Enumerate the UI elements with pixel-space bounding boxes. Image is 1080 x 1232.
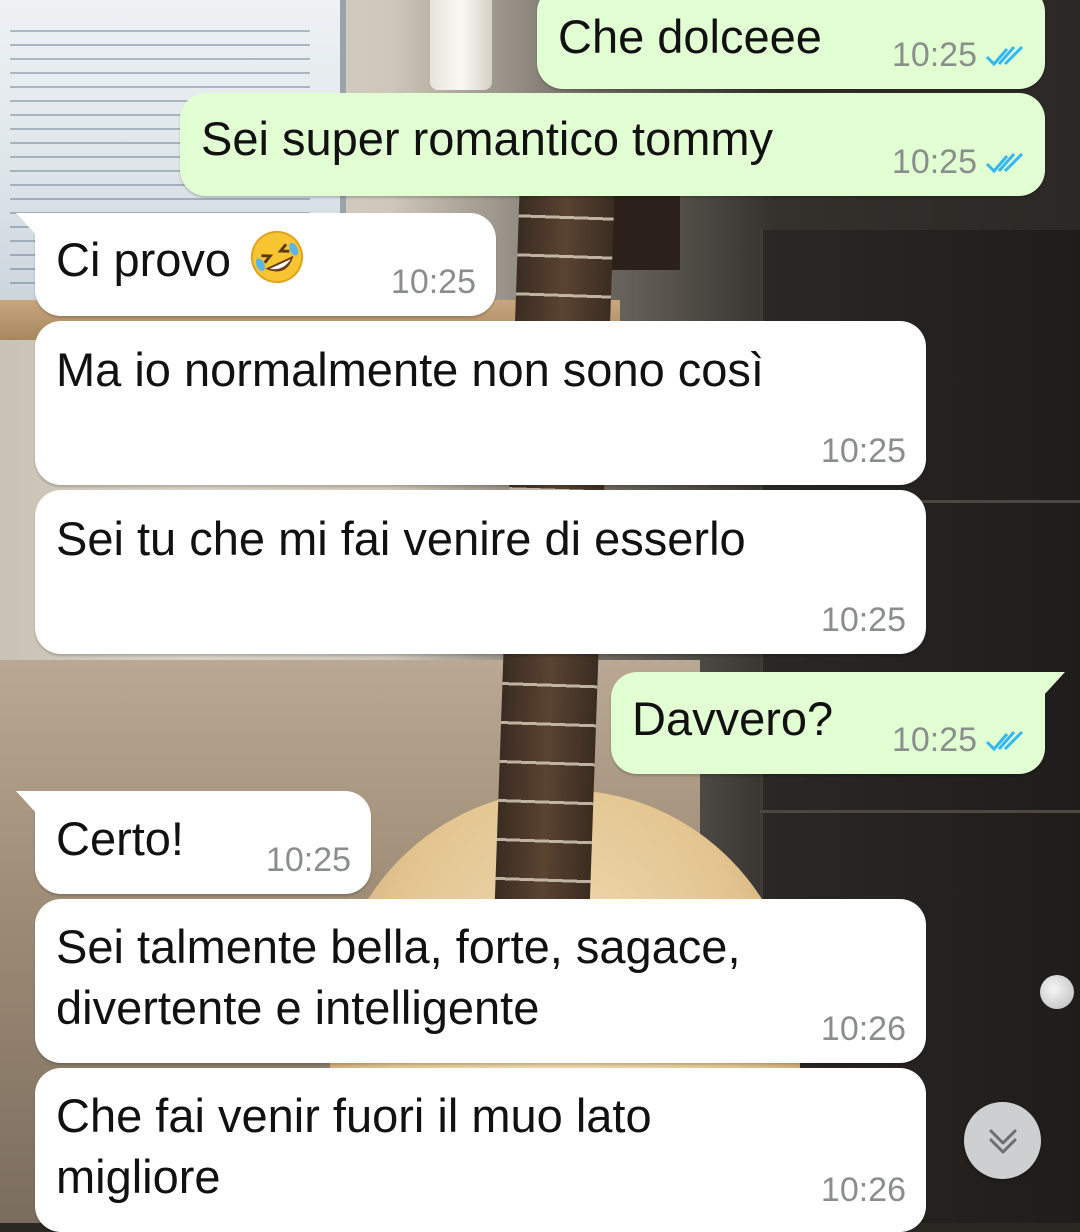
rolling-on-floor-laughing-emoji-icon: [250, 230, 304, 284]
message-time: 10:25: [891, 36, 977, 74]
message-text: Ci provo: [56, 228, 306, 290]
message-incoming[interactable]: Ma io normalmente non sono così 10:25: [35, 321, 926, 485]
message-line: divertente e intelligente: [56, 981, 540, 1034]
message-text: Ma io normalmente non sono così: [56, 343, 764, 396]
message-text: Certo!: [56, 812, 184, 865]
message-incoming[interactable]: Che fai venir fuori il muo lato migliore…: [35, 1068, 926, 1232]
message-time: 10:25: [390, 263, 476, 301]
message-incoming[interactable]: Sei tu che mi fai venire di esserlo 10:2…: [35, 490, 926, 654]
double-check-read-icon: [985, 45, 1024, 66]
double-check-read-icon: [985, 152, 1024, 173]
message-text-content: Ci provo: [56, 233, 232, 286]
message-text: Davvero?: [632, 692, 834, 745]
double-check-read-icon: [985, 730, 1024, 751]
message-text: Che fai venir fuori il muo lato migliore: [56, 1085, 652, 1207]
message-time: 10:25: [820, 432, 906, 470]
message-time: 10:25: [820, 601, 906, 639]
bubble-tail: [1043, 672, 1065, 696]
bubble-tail: [16, 213, 38, 237]
message-line: Sei talmente bella, forte, sagace,: [56, 920, 741, 973]
message-text: Sei super romantico tommy: [201, 112, 774, 165]
message-outgoing[interactable]: Sei super romantico tommy 10:25: [180, 93, 1045, 196]
message-outgoing[interactable]: Davvero? 10:25: [611, 672, 1045, 774]
message-line: Che fai venir fuori il muo lato: [56, 1089, 652, 1142]
scroll-to-bottom-button[interactable]: [964, 1102, 1041, 1179]
conversation: Che dolceee 10:25 Sei super romantico to…: [0, 0, 1080, 1232]
message-outgoing[interactable]: Che dolceee 10:25: [537, 0, 1045, 89]
message-text: Sei tu che mi fai venire di esserlo: [56, 512, 746, 565]
message-incoming[interactable]: Sei talmente bella, forte, sagace, diver…: [35, 899, 926, 1063]
message-incoming[interactable]: Ci provo 10:25: [35, 213, 496, 316]
message-text: Sei talmente bella, forte, sagace, diver…: [56, 916, 741, 1038]
message-line: migliore: [56, 1150, 221, 1203]
double-chevron-down-icon: [989, 1129, 1016, 1153]
message-time: 10:25: [891, 143, 977, 181]
message-time: 10:26: [820, 1010, 906, 1048]
bubble-tail: [16, 791, 38, 815]
message-text: Che dolceee: [558, 10, 822, 63]
message-time: 10:26: [820, 1171, 906, 1209]
message-incoming[interactable]: Certo! 10:25: [35, 791, 371, 894]
message-time: 10:25: [265, 841, 351, 879]
message-time: 10:25: [891, 721, 977, 759]
